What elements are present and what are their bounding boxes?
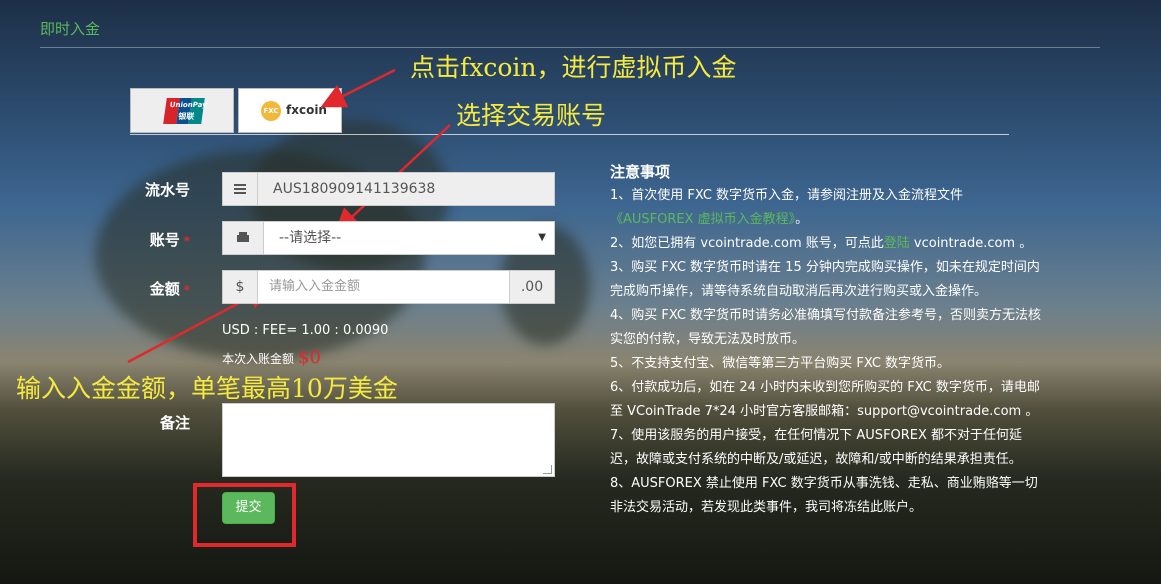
serial-label: 流水号 bbox=[144, 181, 190, 199]
dollar-icon: $ bbox=[223, 271, 258, 303]
notes-title: 注意事项 bbox=[610, 163, 671, 181]
menu-icon bbox=[223, 173, 258, 205]
note-4b: 实您的付款，导致无法及时放币。 bbox=[610, 332, 806, 347]
serial-field: AUS180909141139638 bbox=[222, 172, 555, 206]
note-1-link-line: 《AUSFOREX 虚拟币入金教程》。 bbox=[610, 212, 809, 227]
arrow-to-fxcoin bbox=[320, 68, 396, 108]
note-1: 1、首次使用 FXC 数字货币入金，请参阅注册及入金流程文件 bbox=[610, 188, 964, 203]
remark-textarea[interactable] bbox=[222, 403, 555, 477]
amount-label: 金额 * bbox=[149, 280, 190, 298]
resize-handle-icon[interactable] bbox=[543, 465, 552, 474]
note-7a: 7、使用该服务的用户接受，在任何情况下 AUSFOREX 都不对于任何延 bbox=[610, 428, 1023, 443]
account-label: 账号 * bbox=[149, 231, 190, 249]
note-3b: 完成购币操作，请等待系统自动取消后再次进行购买或入金操作。 bbox=[610, 284, 988, 299]
login-link[interactable]: 登陆 bbox=[884, 236, 910, 251]
arrival-amount: 本次入账金额 $0 bbox=[222, 347, 321, 368]
note-8a: 8、AUSFOREX 禁止使用 FXC 数字货币从事洗钱、走私、商业贿赂等一切 bbox=[610, 476, 1038, 491]
note-7b: 迟，故障或支付系统的中断及/或延迟，故障和/或中断的结果承担责任。 bbox=[610, 452, 1022, 467]
fee-text: USD : FEE= 1.00 : 0.0090 bbox=[222, 323, 389, 338]
keyboard-icon bbox=[223, 222, 264, 254]
note-5: 5、不支持支付宝、微信等第三方平台购买 FXC 数字货币。 bbox=[610, 356, 951, 371]
arrival-value: $0 bbox=[298, 347, 321, 368]
account-select[interactable]: --请选择-- ▼ bbox=[222, 221, 555, 255]
note-6b: 至 VCoinTrade 7*24 小时官方客服邮箱：support@vcoin… bbox=[610, 404, 1039, 419]
caret-down-icon: ▼ bbox=[538, 232, 546, 243]
amount-input-group: $ 请输入入金金额 .00 bbox=[222, 270, 555, 304]
amount-suffix: .00 bbox=[509, 271, 554, 303]
note-3a: 3、购买 FXC 数字货币时请在 15 分钟内完成购买操作，如未在规定时间内 bbox=[610, 260, 1040, 275]
serial-value: AUS180909141139638 bbox=[273, 181, 436, 197]
notes-panel: 注意事项 1、首次使用 FXC 数字货币入金，请参阅注册及入金流程文件 《AUS… bbox=[610, 161, 1080, 520]
tutorial-link[interactable]: 《AUSFOREX 虚拟币入金教程》 bbox=[610, 212, 795, 227]
submit-button[interactable]: 提交 bbox=[222, 492, 275, 524]
note-6a: 6、付款成功后，如在 24 小时内未收到您所购买的 FXC 数字货币，请电邮 bbox=[610, 380, 1040, 395]
remark-label: 备注 bbox=[159, 414, 190, 432]
account-select-value: --请选择-- bbox=[279, 230, 342, 246]
note-8b: 非法交易活动，若发现此类事件，我司将冻结此账户。 bbox=[610, 500, 923, 515]
note-2: 2、如您已拥有 vcointrade.com 账号，可点此登陆 vcointra… bbox=[610, 236, 1033, 251]
required-mark: * bbox=[183, 234, 190, 248]
amount-input[interactable]: 请输入入金金额 bbox=[269, 271, 360, 303]
note-4a: 4、购买 FXC 数字货币时请务必准确填写付款备注参考号，否则卖方无法核 bbox=[610, 308, 1042, 323]
